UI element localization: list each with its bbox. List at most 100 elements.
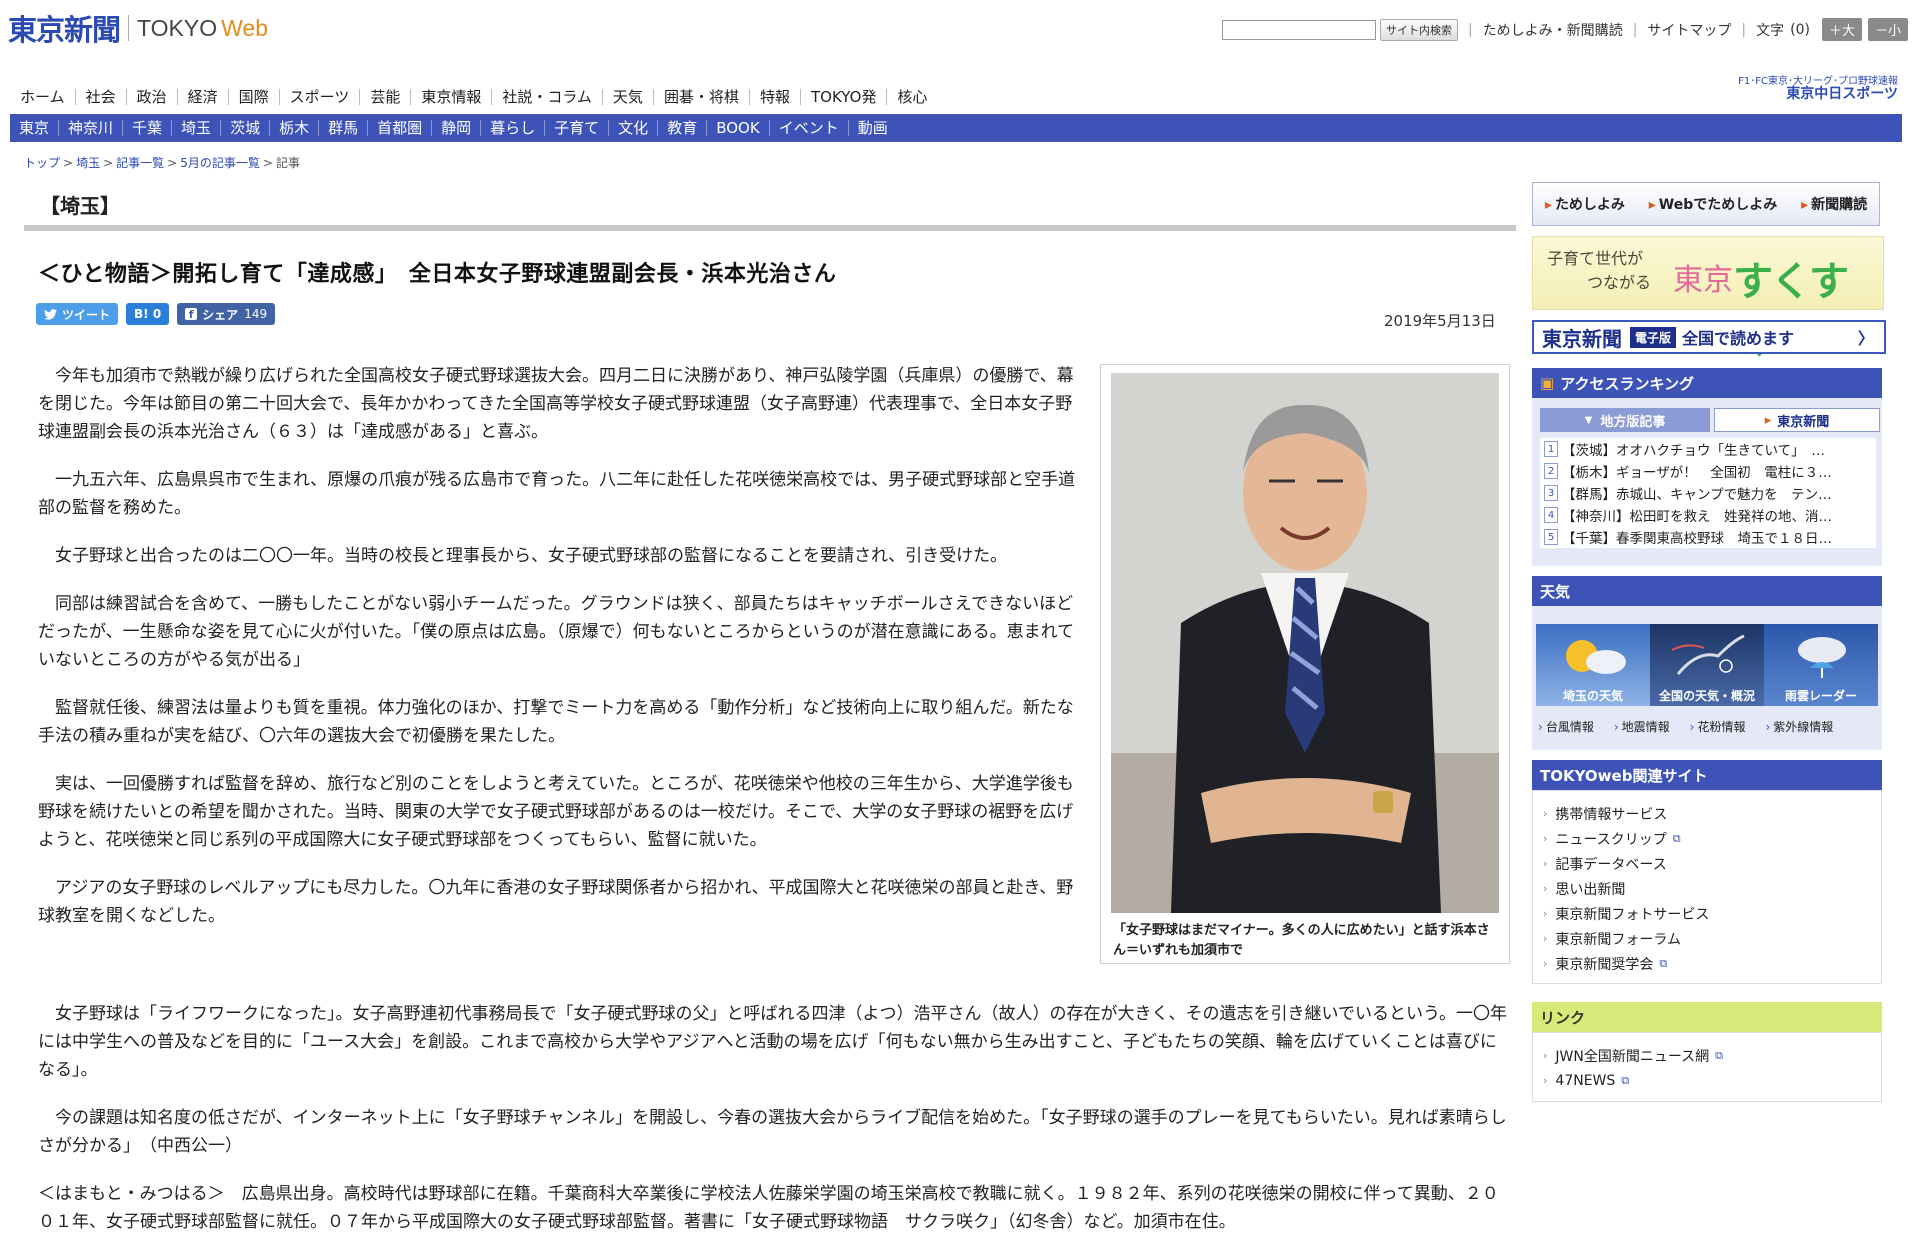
chevron-right-icon: 〉 bbox=[1857, 329, 1874, 348]
nav-culture[interactable]: 文化 bbox=[609, 120, 659, 136]
nav-special[interactable]: 特報 bbox=[750, 89, 801, 105]
sukusuku-tagline-2: つながる bbox=[1587, 273, 1652, 292]
chunichi-sports-banner[interactable]: F1･FC東京･大リーグ･プロ野球速報 東京中日スポーツ bbox=[1738, 76, 1898, 101]
weather-card-national[interactable]: 全国の天気・概況 bbox=[1650, 624, 1764, 706]
ranking-panel: ▼ 地方版記事 ▸ 東京新聞 1 【茨城】オオハクチョウ「生きていて」 … 2 【栃… bbox=[1532, 398, 1882, 566]
region-saitama[interactable]: 埼玉 bbox=[172, 120, 222, 136]
rank-title: 【神奈川】松田町を救え 姓発祥の地、消… bbox=[1562, 509, 1832, 525]
nav-home[interactable]: ホーム bbox=[10, 89, 76, 105]
nav-economy[interactable]: 経済 bbox=[178, 89, 229, 105]
profile-bio: ＜はまもと・みつはる＞ 広島県出身。高校時代は野球部に在籍。千葉商科大卒業後に学… bbox=[38, 1184, 1499, 1232]
tab-local-articles[interactable]: ▼ 地方版記事 bbox=[1540, 408, 1710, 432]
related-site-link[interactable]: › 思い出新聞 bbox=[1533, 876, 1881, 901]
nav-event[interactable]: イベント bbox=[770, 120, 849, 136]
logo-divider bbox=[128, 15, 130, 41]
breadcrumb-saitama[interactable]: 埼玉 bbox=[76, 156, 100, 170]
related-site-link[interactable]: › 記事データベース bbox=[1533, 851, 1881, 876]
triangle-down-icon: ▼ bbox=[1584, 414, 1593, 426]
nav-kakushin[interactable]: 核心 bbox=[887, 89, 937, 105]
tweet-button[interactable]: ツイート bbox=[36, 303, 119, 325]
breadcrumb-may-list[interactable]: 5月の記事一覧 bbox=[180, 156, 260, 170]
social-buttons: ツイート B! 0 f シェア 149 bbox=[36, 303, 283, 325]
logo-tokyo: TOKYO bbox=[137, 14, 218, 41]
tweet-label: ツイート bbox=[62, 307, 111, 322]
site-logo[interactable]: 東京新聞 TOKYO Web bbox=[8, 8, 268, 48]
region-tokyo[interactable]: 東京 bbox=[10, 120, 60, 136]
nav-politics[interactable]: 政治 bbox=[127, 89, 178, 105]
ranking-item[interactable]: 4 【神奈川】松田町を救え 姓発祥の地、消… bbox=[1540, 504, 1876, 526]
ranking-item[interactable]: 2 【栃木】ギョーザが！ 全国初 電柱に３… bbox=[1540, 460, 1876, 482]
ranking-item[interactable]: 3 【群馬】赤城山、キャンプで魅力を テン… bbox=[1540, 482, 1876, 504]
primary-nav: ホーム 社会 政治 経済 国際 スポーツ 芸能 東京情報 社説・コラム 天気 囲… bbox=[10, 84, 937, 110]
weather-card-radar[interactable]: 雨雲レーダー bbox=[1764, 624, 1878, 706]
article-photo[interactable] bbox=[1111, 373, 1499, 913]
ranking-list: 1 【茨城】オオハクチョウ「生きていて」 … 2 【栃木】ギョーザが！ 全国初 電柱… bbox=[1540, 438, 1876, 548]
weather-link-pollen[interactable]: › 花粉情報 bbox=[1690, 718, 1756, 735]
nav-weather[interactable]: 天気 bbox=[603, 89, 654, 105]
font-size-down-button[interactable]: －小 bbox=[1867, 18, 1908, 41]
region-gunma[interactable]: 群馬 bbox=[319, 120, 369, 136]
breadcrumb-article-list[interactable]: 記事一覧 bbox=[116, 156, 164, 170]
tokyo-sukusuku-banner[interactable]: 子育て世代が つながる 東京 すくすく bbox=[1532, 236, 1884, 363]
related-site-link[interactable]: › 東京新聞フォーラム bbox=[1533, 926, 1881, 951]
nav-education[interactable]: 教育 bbox=[658, 120, 708, 136]
weather-link-uv[interactable]: › 紫外線情報 bbox=[1765, 718, 1843, 735]
nav-sports[interactable]: スポーツ bbox=[280, 89, 361, 105]
photo-caption: 「女子野球はまだマイナー。多くの人に広めたい」と話す浜本さん＝いずれも加須市で bbox=[1113, 923, 1490, 958]
weather-link-typhoon[interactable]: › 台風情報 bbox=[1538, 718, 1604, 735]
section-title: 【埼玉】 bbox=[40, 194, 120, 218]
rank-number: 2 bbox=[1544, 463, 1558, 479]
breadcrumb-top[interactable]: トップ bbox=[24, 156, 60, 170]
nav-tokyo-hatsu[interactable]: TOKYO発 bbox=[801, 89, 888, 105]
nav-tokyo-info[interactable]: 東京情報 bbox=[411, 89, 493, 105]
region-ibaraki[interactable]: 茨城 bbox=[221, 120, 271, 136]
nav-society[interactable]: 社会 bbox=[76, 89, 127, 105]
nav-entertainment[interactable]: 芸能 bbox=[360, 89, 412, 105]
tab-local-label: 地方版記事 bbox=[1600, 414, 1666, 430]
hatena-bookmark-button[interactable]: B! 0 bbox=[126, 303, 170, 325]
nav-book[interactable]: BOOK bbox=[707, 120, 770, 136]
subscribe-link[interactable]: ▸ 新聞購読 bbox=[1801, 194, 1867, 214]
nav-world[interactable]: 国際 bbox=[229, 89, 280, 105]
subscribe-label: 新聞購読 bbox=[1811, 197, 1868, 213]
sitemap-link[interactable]: サイトマップ bbox=[1647, 20, 1731, 40]
font-size-label: 文字 bbox=[1756, 22, 1785, 39]
region-tochigi[interactable]: 栃木 bbox=[270, 120, 320, 136]
related-site-link[interactable]: › 携帯情報サービス bbox=[1533, 801, 1881, 826]
caret-icon: ▸ bbox=[1801, 197, 1809, 213]
ranking-item[interactable]: 1 【茨城】オオハクチョウ「生きていて」 … bbox=[1540, 438, 1876, 460]
site-search-input[interactable] bbox=[1221, 19, 1376, 40]
related-site-link[interactable]: › 東京新聞奨学会 ⧉ bbox=[1533, 951, 1881, 976]
rank-title: 【群馬】赤城山、キャンプで魅力を テン… bbox=[1562, 487, 1832, 503]
nav-parenting[interactable]: 子育て bbox=[545, 120, 610, 136]
ranking-item[interactable]: 5 【千葉】春季関東高校野球 埼玉で１８日… bbox=[1540, 526, 1876, 548]
region-shizuoka[interactable]: 静岡 bbox=[432, 120, 482, 136]
weather-link-earthquake[interactable]: › 地震情報 bbox=[1614, 718, 1680, 735]
article-paragraph: 今年も加須市で熱戦が繰り広げられた全国高校女子硬式野球選抜大会。四月二日に決勝が… bbox=[38, 366, 1074, 442]
trial-read-link[interactable]: ▸ ためしよみ bbox=[1545, 194, 1625, 214]
site-search-button[interactable]: サイト内検索 bbox=[1379, 18, 1458, 41]
digital-edition-banner[interactable]: 東京新聞 電子版 全国で読めます 〉 bbox=[1532, 320, 1886, 354]
web-trial-read-link[interactable]: ▸ Webでためしよみ bbox=[1649, 194, 1778, 214]
tab-tokyo-shimbun[interactable]: ▸ 東京新聞 bbox=[1714, 408, 1880, 432]
nav-editorial[interactable]: 社説・コラム bbox=[492, 89, 603, 105]
breadcrumb-sep: > bbox=[63, 156, 74, 170]
region-kanagawa[interactable]: 神奈川 bbox=[59, 120, 124, 136]
weather-card-saitama[interactable]: 埼玉の天気 bbox=[1536, 624, 1650, 706]
related-site-link[interactable]: › ニュースクリップ ⧉ bbox=[1533, 826, 1881, 851]
related-site-link[interactable]: › 東京新聞フォトサービス bbox=[1533, 901, 1881, 926]
region-chiba[interactable]: 千葉 bbox=[123, 120, 173, 136]
external-window-icon: ⧉ bbox=[1672, 831, 1681, 845]
nav-go-shogi[interactable]: 囲碁・将棋 bbox=[654, 89, 750, 105]
facebook-share-button[interactable]: f シェア 149 bbox=[177, 303, 276, 325]
ranking-title: アクセスランキング bbox=[1560, 374, 1694, 393]
external-link[interactable]: › JWN全国新聞ニュース網 ⧉ bbox=[1533, 1043, 1881, 1068]
caret-icon: ▸ bbox=[1648, 197, 1656, 213]
top-utility-bar: サイト内検索 | ためしよみ・新聞購読 | サイトマップ | 文字 (0) ＋大… bbox=[1221, 18, 1908, 41]
font-size-up-button[interactable]: ＋大 bbox=[1821, 18, 1862, 41]
nav-video[interactable]: 動画 bbox=[849, 120, 897, 136]
region-shutoken[interactable]: 首都圏 bbox=[368, 120, 433, 136]
nav-living[interactable]: 暮らし bbox=[481, 120, 546, 136]
external-link[interactable]: › 47NEWS ⧉ bbox=[1533, 1068, 1881, 1093]
trial-subscribe-link[interactable]: ためしよみ・新聞購読 bbox=[1483, 20, 1623, 40]
